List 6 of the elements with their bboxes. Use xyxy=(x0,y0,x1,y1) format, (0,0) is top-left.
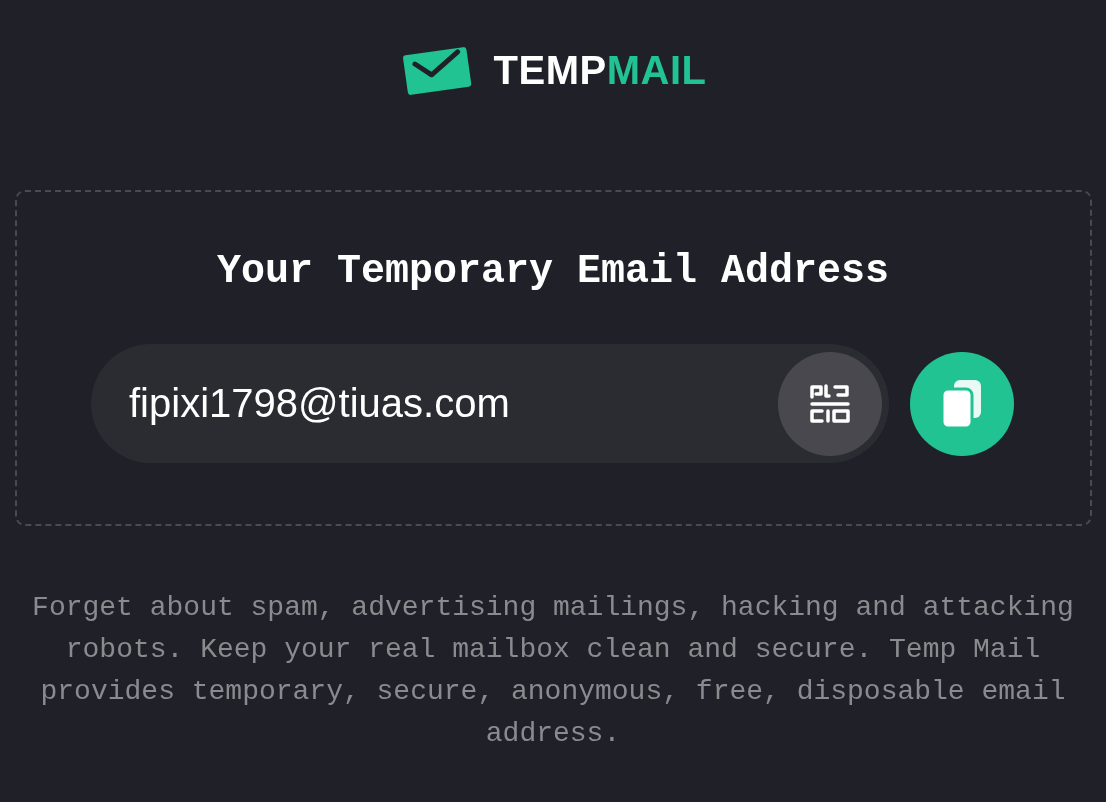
qr-code-icon xyxy=(809,383,851,425)
panel-title: Your Temporary Email Address xyxy=(216,248,890,296)
description-text: Forget about spam, advertising mailings, hacking and attacking robots. Keep your real mailbox clean and secure. Temp Mail provides temporary, secure, anonymous, free, disposable email address. xyxy=(31,591,1075,751)
copy-icon xyxy=(942,379,982,428)
email-field[interactable]: fipixi1798@tiuas.com xyxy=(91,344,889,463)
logo-text: TEMPMAIL xyxy=(493,47,707,94)
